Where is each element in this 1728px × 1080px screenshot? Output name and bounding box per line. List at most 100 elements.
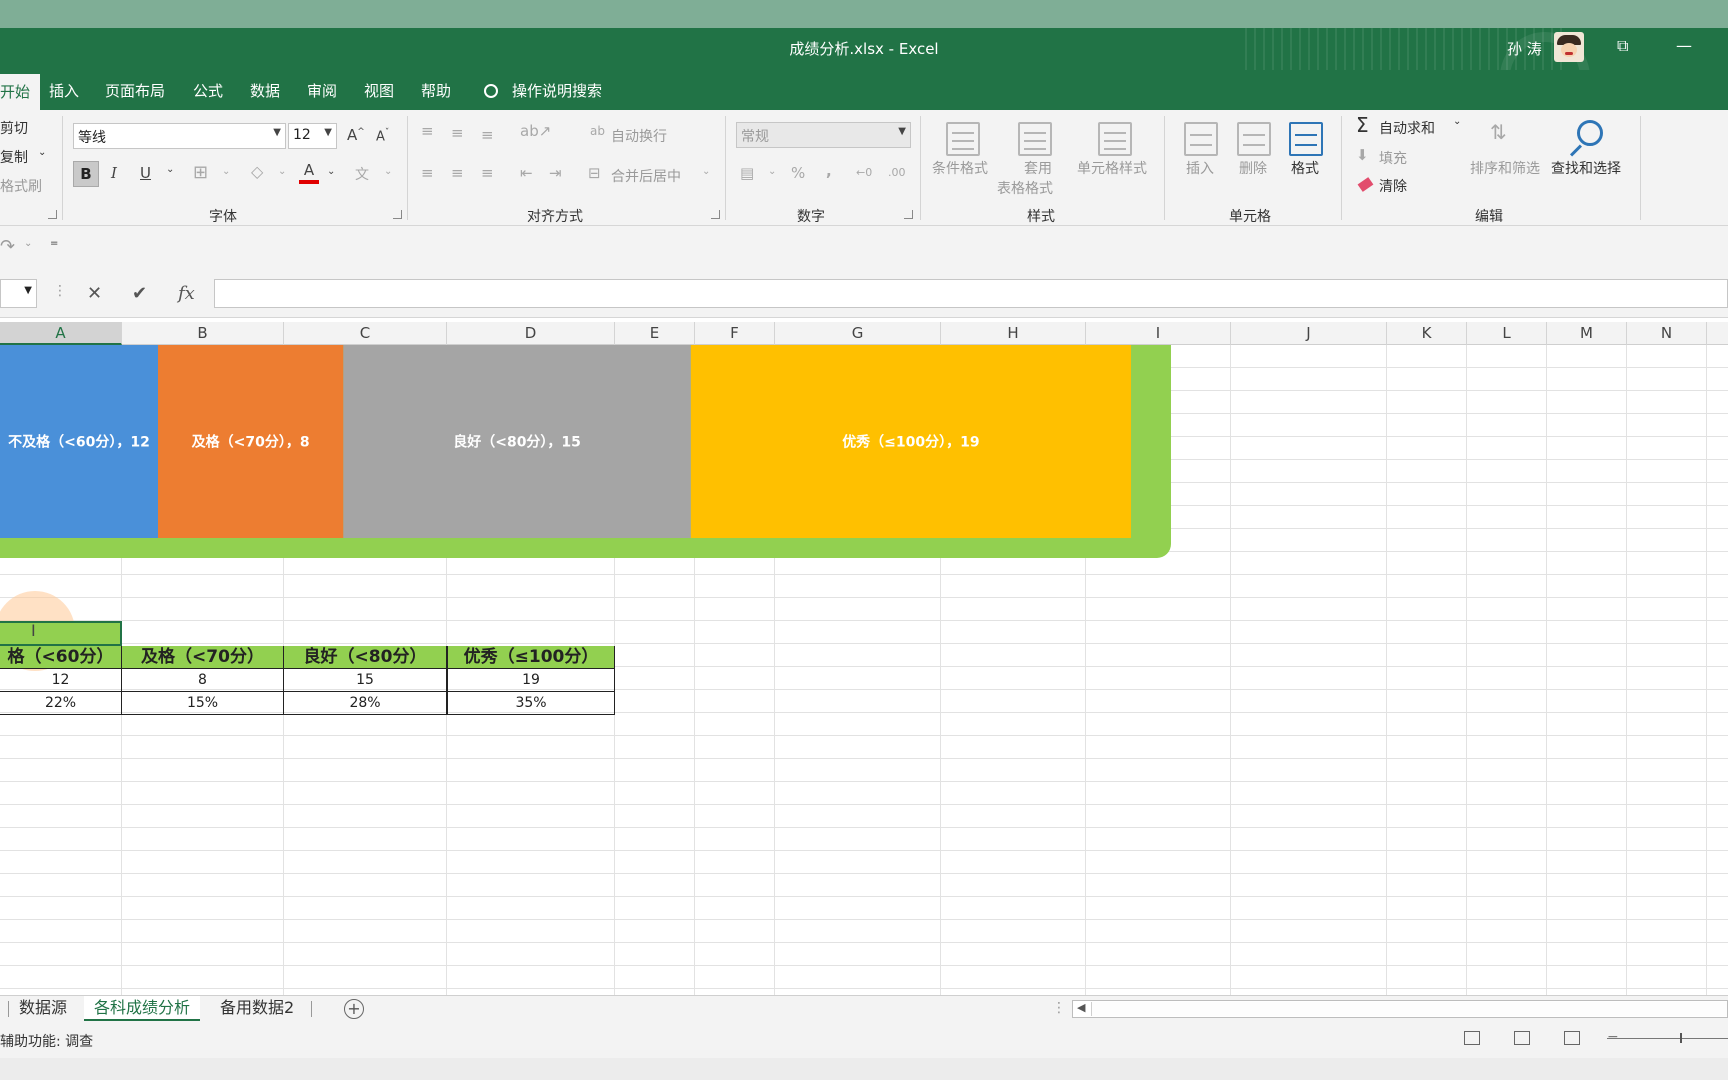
decrease-decimal-icon[interactable]: .00 xyxy=(888,166,906,179)
worksheet-grid[interactable]: 不及格（<60分），12 及格（<70分），8 良好（<80分），15 优秀（≤100… xyxy=(0,345,1728,995)
copy-dropdown-icon[interactable]: ⌄ xyxy=(38,147,46,158)
table-cell-count[interactable]: 12 xyxy=(0,669,122,692)
alignment-launcher-icon[interactable] xyxy=(711,210,720,219)
table-cell-percent[interactable]: 22% xyxy=(0,692,122,715)
zoom-out-icon[interactable]: − xyxy=(1607,1029,1619,1045)
column-header[interactable]: K xyxy=(1387,322,1467,345)
ribbon-display-options-icon[interactable]: ⧉ xyxy=(1617,36,1628,56)
column-header[interactable]: J xyxy=(1231,322,1387,345)
table-header-excellent[interactable]: 优秀（≤100分） xyxy=(447,646,615,669)
borders-icon[interactable]: ⊞ xyxy=(193,162,208,183)
page-layout-view-icon[interactable] xyxy=(1514,1031,1530,1045)
font-launcher-icon[interactable] xyxy=(393,210,402,219)
delete-cells-button[interactable]: 删除 xyxy=(1239,158,1267,178)
insert-function-icon[interactable]: fx xyxy=(178,283,195,304)
conditional-formatting-button[interactable]: 条件格式 xyxy=(932,158,988,178)
tab-data[interactable]: 数据 xyxy=(250,80,280,101)
tab-insert[interactable]: 插入 xyxy=(49,80,79,101)
cell-styles-button[interactable]: 单元格样式 xyxy=(1077,158,1147,178)
fill-button[interactable]: 填充 xyxy=(1379,148,1407,168)
add-sheet-icon[interactable]: + xyxy=(344,999,364,1019)
column-header[interactable]: A xyxy=(0,322,122,345)
column-header[interactable]: D xyxy=(447,322,615,345)
stacked-bar-chart[interactable]: 不及格（<60分），12 及格（<70分），8 良好（<80分），15 优秀（≤100… xyxy=(0,345,1131,538)
format-painter-button[interactable]: 格式刷 xyxy=(0,176,42,196)
sheet-tab-backup-data2[interactable]: 备用数据2 xyxy=(210,996,304,1021)
scroll-left-icon[interactable]: ◀ xyxy=(1077,1001,1085,1014)
increase-indent-icon[interactable]: ⇥ xyxy=(549,164,562,182)
autosum-dropdown-icon[interactable]: ⌄ xyxy=(1453,116,1461,127)
format-as-table-button-line1[interactable]: 套用 xyxy=(1024,158,1052,178)
tab-help[interactable]: 帮助 xyxy=(421,80,451,101)
table-cell-count[interactable]: 15 xyxy=(284,669,447,692)
chart-area[interactable]: 不及格（<60分），12 及格（<70分），8 良好（<80分），15 优秀（≤100… xyxy=(0,345,1171,558)
cancel-entry-icon[interactable]: ✕ xyxy=(87,283,102,304)
column-header[interactable]: G xyxy=(775,322,941,345)
redo-dropdown-icon[interactable]: ⌄ xyxy=(24,238,32,249)
wrap-text-icon[interactable]: ab xyxy=(590,124,605,138)
merge-center-icon[interactable]: ⊟ xyxy=(588,164,601,182)
increase-decimal-icon[interactable]: ←0 xyxy=(856,166,872,179)
user-name[interactable]: 孙 涛 xyxy=(1507,38,1542,59)
table-cell-count[interactable]: 8 xyxy=(122,669,284,692)
number-launcher-icon[interactable] xyxy=(904,210,913,219)
column-header[interactable]: N xyxy=(1627,322,1707,345)
redo-icon[interactable]: ↷ xyxy=(0,236,15,257)
column-header[interactable]: M xyxy=(1547,322,1627,345)
font-size-select[interactable]: 12 ▼ xyxy=(288,123,337,149)
table-cell-percent[interactable]: 15% xyxy=(122,692,284,715)
align-left-icon[interactable]: ≡ xyxy=(421,164,434,182)
autosum-button[interactable]: 自动求和 xyxy=(1379,118,1435,138)
grow-font-button[interactable]: A^ xyxy=(347,126,365,144)
clear-button[interactable]: 清除 xyxy=(1379,176,1407,196)
tab-view[interactable]: 视图 xyxy=(364,80,394,101)
column-header[interactable]: I xyxy=(1086,322,1231,345)
fill-color-icon[interactable]: ◇ xyxy=(251,162,263,181)
phonetic-dropdown-icon[interactable]: ⌄ xyxy=(384,166,392,177)
align-top-icon[interactable]: ≡ xyxy=(421,122,434,140)
comma-style-button[interactable]: , xyxy=(826,162,832,180)
selected-cell-a13[interactable] xyxy=(0,621,122,646)
zoom-slider[interactable] xyxy=(1607,1038,1728,1039)
align-center-icon[interactable]: ≡ xyxy=(451,164,464,182)
table-cell-percent[interactable]: 35% xyxy=(447,692,615,715)
align-right-icon[interactable]: ≡ xyxy=(481,164,494,182)
underline-dropdown-icon[interactable]: ⌄ xyxy=(166,164,174,175)
table-cell-percent[interactable]: 28% xyxy=(284,692,447,715)
font-color-button[interactable]: A xyxy=(299,161,319,184)
format-cells-button[interactable]: 格式 xyxy=(1291,158,1319,178)
accessibility-status[interactable]: 辅助功能: 调查 xyxy=(0,1031,93,1051)
name-box[interactable]: ▼ xyxy=(0,279,37,308)
avatar[interactable] xyxy=(1554,32,1584,62)
number-format-select[interactable]: 常规 ▼ xyxy=(736,122,911,148)
sort-filter-button[interactable]: 排序和筛选 xyxy=(1470,158,1540,178)
table-header-pass[interactable]: 及格（<70分） xyxy=(122,646,284,669)
column-header[interactable]: B xyxy=(122,322,284,345)
copy-button[interactable]: 复制 xyxy=(0,147,28,167)
italic-button[interactable]: I xyxy=(111,164,117,182)
find-select-button[interactable]: 查找和选择 xyxy=(1551,158,1621,178)
sheet-tab-data-source[interactable]: 数据源 xyxy=(9,996,77,1021)
tab-page-layout[interactable]: 页面布局 xyxy=(105,80,165,101)
formula-bar-grip-icon[interactable]: ⋮ xyxy=(53,283,67,299)
bold-button[interactable]: B xyxy=(73,161,99,187)
font-color-dropdown-icon[interactable]: ⌄ xyxy=(327,166,335,177)
column-header[interactable]: L xyxy=(1467,322,1547,345)
format-as-table-button-line2[interactable]: 表格格式 xyxy=(997,178,1053,198)
table-cell-count[interactable]: 19 xyxy=(447,669,615,692)
clipboard-launcher-icon[interactable] xyxy=(48,210,57,219)
percent-style-button[interactable]: % xyxy=(791,164,805,182)
normal-view-icon[interactable] xyxy=(1464,1031,1480,1045)
accounting-dropdown-icon[interactable]: ⌄ xyxy=(768,166,776,177)
fill-color-dropdown-icon[interactable]: ⌄ xyxy=(278,166,286,177)
scrollbar-thumb[interactable] xyxy=(1091,1002,1727,1016)
tab-formulas[interactable]: 公式 xyxy=(193,80,223,101)
font-name-select[interactable]: 等线 ▼ xyxy=(73,123,286,149)
customize-qat-icon[interactable]: = xyxy=(50,238,58,249)
decrease-indent-icon[interactable]: ⇤ xyxy=(520,164,533,182)
column-header[interactable]: E xyxy=(615,322,695,345)
scroll-split-grip-icon[interactable]: ⋮ xyxy=(1052,1000,1066,1016)
align-bottom-icon[interactable]: ≡ xyxy=(481,126,494,144)
phonetic-button[interactable]: 文 xyxy=(355,164,369,184)
wrap-text-button[interactable]: 自动换行 xyxy=(611,126,667,146)
